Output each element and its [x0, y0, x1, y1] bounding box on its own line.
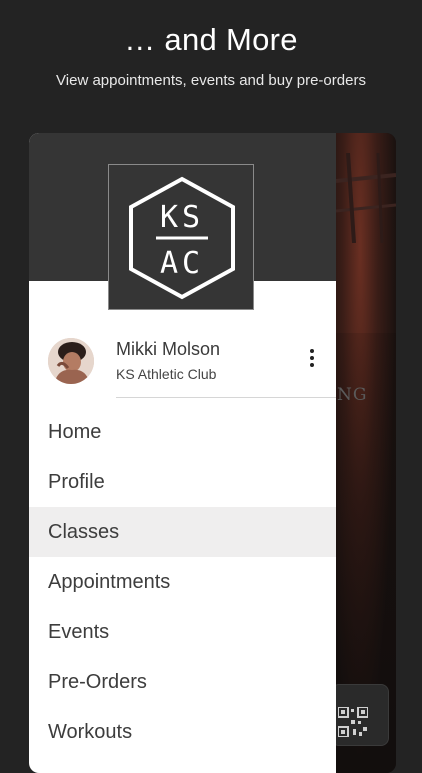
qr-code-button[interactable] [331, 684, 389, 746]
club-logo: KS AC [108, 164, 254, 310]
avatar[interactable] [48, 338, 94, 384]
phone-screen: NG KS AC Mikki Molson KS Athletic Club H… [29, 133, 396, 773]
menu-item-pre-orders[interactable]: Pre-Orders [29, 657, 336, 707]
hero-subtitle: View appointments, events and buy pre-or… [56, 72, 366, 89]
background-shirt-text: NG [337, 385, 368, 405]
user-photo [48, 338, 94, 384]
ksac-logo-icon: KS AC [129, 176, 235, 300]
menu-item-classes[interactable]: Classes [29, 507, 336, 557]
more-vertical-icon[interactable] [306, 347, 318, 375]
qr-code-icon [338, 707, 368, 737]
divider [116, 397, 336, 398]
hero-title: … and More [124, 22, 298, 57]
user-name: Mikki Molson [116, 339, 221, 359]
logo-line2: AC [160, 246, 204, 281]
navigation-drawer: KS AC Mikki Molson KS Athletic Club Home… [29, 133, 336, 773]
menu-item-home[interactable]: Home [29, 407, 336, 457]
logo-line1: KS [160, 200, 204, 235]
menu-item-events[interactable]: Events [29, 607, 336, 657]
background-gym-rig [336, 153, 396, 243]
menu-item-profile[interactable]: Profile [29, 457, 336, 507]
user-profile-row[interactable]: Mikki Molson KS Athletic Club [29, 333, 336, 397]
user-club: KS Athletic Club [116, 366, 217, 382]
menu-item-appointments[interactable]: Appointments [29, 557, 336, 607]
drawer-menu: Home Profile Classes Appointments Events… [29, 407, 336, 757]
